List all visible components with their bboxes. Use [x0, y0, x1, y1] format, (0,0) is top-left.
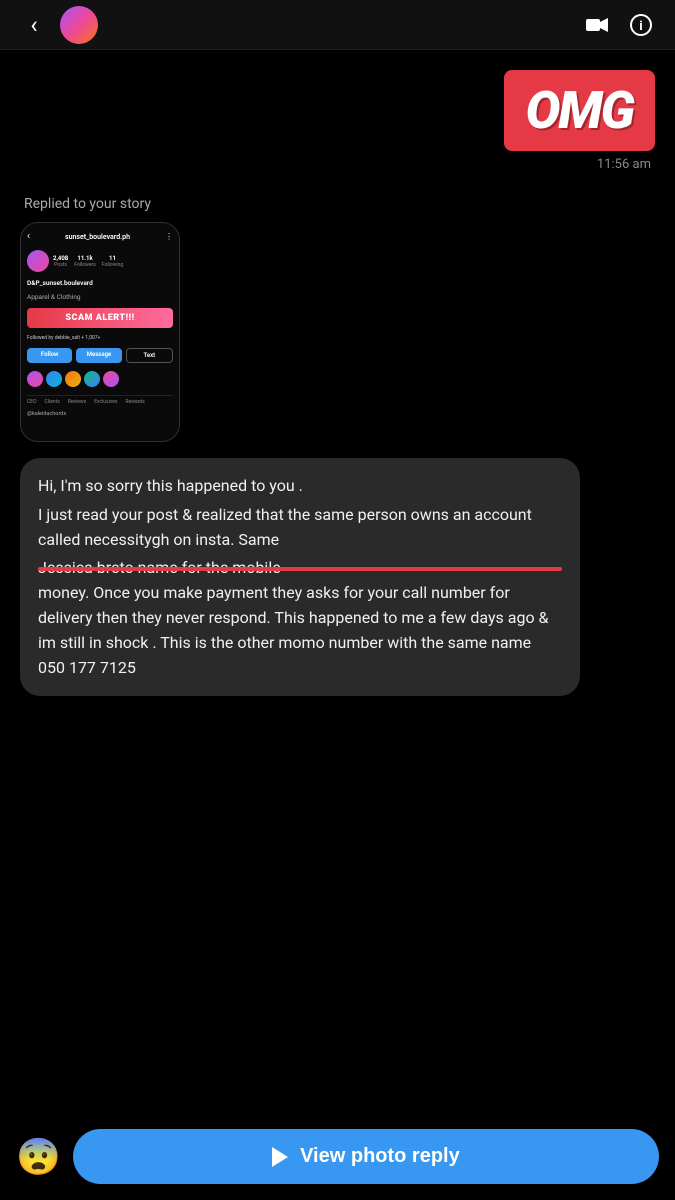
top-bar-icons: i: [583, 11, 655, 39]
story-mock-stats: 2,408 Posts 11.1k Followers 11 Following: [53, 255, 123, 268]
highlighted-text: Jessica breto name for the mobile: [38, 556, 562, 581]
story-nav-rewards: Rewards: [125, 399, 144, 405]
story-nav-reviews: Reviews: [68, 399, 86, 405]
story-small-avatar-5: [103, 371, 119, 387]
svg-text:i: i: [639, 19, 642, 34]
message-bubble: Hi, I'm so sorry this happened to you . …: [20, 458, 580, 696]
message-received-container: Hi, I'm so sorry this happened to you . …: [20, 458, 655, 696]
bottom-bar: 😨 View photo reply: [0, 1117, 675, 1200]
reply-section: Replied to your story ‹ sunset_boulevard…: [20, 196, 655, 442]
back-icon[interactable]: ‹: [20, 11, 48, 39]
story-nav-exclusives: Exclusives: [94, 399, 117, 405]
message-text-line2: I just read your post & realized that th…: [38, 503, 562, 553]
story-nav-clients: Clients: [45, 399, 60, 405]
emoji-reaction: 😨: [16, 1136, 61, 1178]
page-wrapper: ‹ i OMG 11:56 am: [0, 0, 675, 1200]
story-mock-posts: 2,408 Posts: [53, 255, 68, 268]
omg-sticker: OMG: [504, 70, 655, 151]
top-bar-left: ‹: [20, 6, 98, 44]
avatar[interactable]: [60, 6, 98, 44]
omg-sticker-container: OMG 11:56 am: [20, 70, 655, 188]
video-call-icon[interactable]: [583, 11, 611, 39]
story-post-label: @kaleidachords: [27, 409, 173, 419]
story-small-avatar-2: [46, 371, 62, 387]
message-text-line1: Hi, I'm so sorry this happened to you .: [38, 474, 562, 499]
message-text-highlighted: Jessica breto name for the mobile: [38, 556, 562, 581]
story-follow-btn[interactable]: Follow: [27, 348, 72, 363]
story-nav-ceo: CEO: [27, 399, 37, 405]
view-photo-reply-button[interactable]: View photo reply: [73, 1129, 659, 1184]
story-mock-avatar: [27, 250, 49, 272]
story-mock-display-name: D&P_sunset.boulevard: [27, 278, 173, 288]
top-bar: ‹ i: [0, 0, 675, 50]
story-mock-menu-icon: ⋮: [165, 232, 173, 241]
story-mock-nav: CEO Clients Reviews Exclusives Rewards: [27, 395, 173, 405]
story-mock-following: 11 Following: [102, 255, 123, 268]
play-icon: [272, 1147, 288, 1167]
message-timestamp: 11:56 am: [597, 157, 651, 172]
story-mock-header: ‹ sunset_boulevard.ph ⋮: [27, 231, 173, 242]
omg-sticker-text: OMG: [526, 80, 633, 141]
story-preview[interactable]: ‹ sunset_boulevard.ph ⋮ 2,408 Posts: [20, 222, 180, 442]
story-mock-avatar-row: 2,408 Posts 11.1k Followers 11 Following: [27, 248, 173, 274]
story-mock-action-buttons: Follow Message Text: [27, 348, 173, 363]
message-text-line3: money. Once you make payment they asks f…: [38, 581, 562, 680]
story-back-icon: ‹: [27, 231, 30, 242]
story-text-btn[interactable]: Text: [126, 348, 173, 363]
story-small-avatar-4: [84, 371, 100, 387]
story-preview-inner: ‹ sunset_boulevard.ph ⋮ 2,408 Posts: [21, 223, 179, 441]
story-small-avatar-3: [65, 371, 81, 387]
info-icon[interactable]: i: [627, 11, 655, 39]
story-mock-followed: Followed by debbie_xalt + 1,007+: [27, 334, 173, 342]
story-mock-username: sunset_boulevard.ph: [34, 233, 161, 241]
story-mock-sub-name: Apparel & Clothing: [27, 292, 173, 302]
scam-alert-banner: SCAM ALERT!!!: [27, 308, 173, 328]
story-message-btn[interactable]: Message: [76, 348, 121, 363]
replied-label: Replied to your story: [24, 196, 151, 212]
chat-area: OMG 11:56 am Replied to your story ‹ sun…: [0, 50, 675, 716]
story-mock-small-avatars: [27, 369, 173, 389]
view-photo-reply-label: View photo reply: [300, 1145, 460, 1168]
story-small-avatar-1: [27, 371, 43, 387]
story-mock-followers: 11.1k Followers: [74, 255, 96, 268]
